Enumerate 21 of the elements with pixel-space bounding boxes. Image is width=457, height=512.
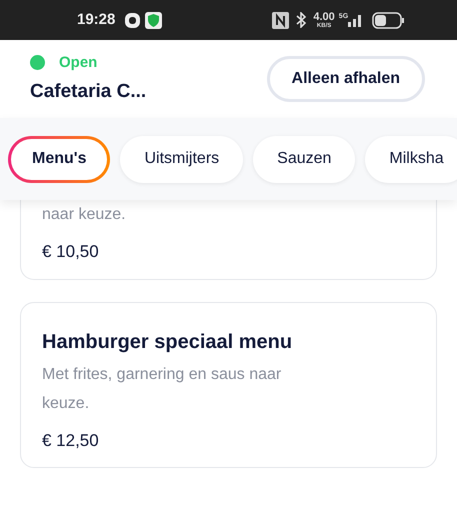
- network-speed: 4.00: [313, 12, 335, 22]
- signal-icon: [348, 14, 362, 26]
- category-tab[interactable]: Uitsmijters: [120, 136, 244, 182]
- status-time: 19:28: [77, 10, 116, 30]
- battery-icon: [372, 12, 404, 28]
- product-description: Met frites, garnering en saus naar keuze.: [42, 364, 282, 414]
- open-status: Open: [59, 52, 98, 72]
- pickup-only-button[interactable]: Alleen afhalen: [266, 56, 425, 102]
- product-price: € 10,50: [42, 241, 100, 263]
- product-title: Hamburger speciaal menu: [42, 330, 294, 354]
- product-description: naar keuze.: [42, 205, 127, 225]
- nfc-icon: [272, 12, 290, 28]
- product-card[interactable]: Hamburger speciaal menu Met frites, garnering en saus naar keuze. € 12,50: [20, 302, 437, 468]
- category-tab[interactable]: Milksha: [365, 136, 457, 182]
- bluetooth-icon: [296, 12, 308, 28]
- shield-icon: [145, 12, 162, 28]
- product-price: € 12,50: [42, 430, 100, 452]
- restaurant-name: Cafetaria C...: [30, 80, 146, 104]
- product-card[interactable]: naar keuze. € 10,50: [20, 200, 437, 280]
- app-icon: [124, 12, 142, 28]
- category-tab[interactable]: Sauzen: [253, 136, 356, 182]
